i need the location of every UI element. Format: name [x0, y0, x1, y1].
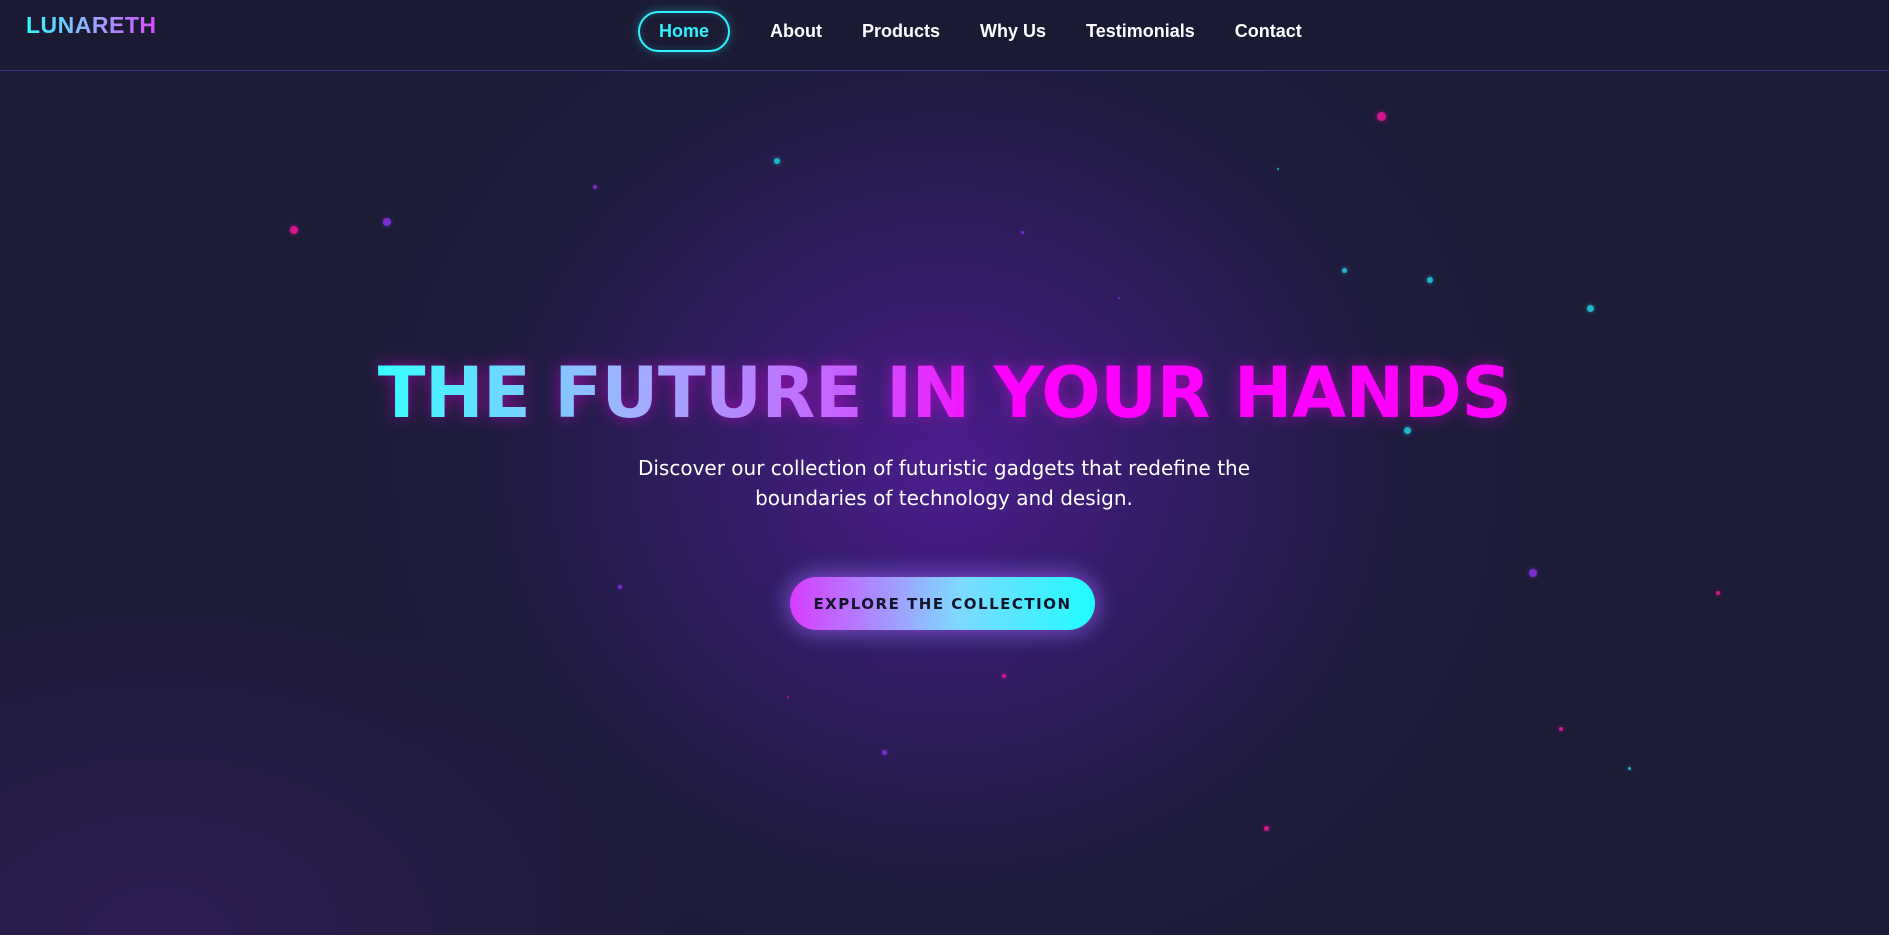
particle-dot — [1342, 268, 1347, 273]
particle-dot — [1529, 569, 1537, 577]
particle-dot — [383, 218, 391, 226]
particle-dot — [290, 226, 298, 234]
landing-page: LUNARETH Home About Products Why Us Test… — [0, 0, 1889, 935]
nav-item-products[interactable]: Products — [862, 21, 940, 42]
particle-dot — [1628, 767, 1631, 770]
particle-dot — [774, 158, 780, 164]
particle-dot — [787, 696, 789, 698]
particle-dot — [1002, 674, 1006, 678]
particle-dot — [1377, 112, 1386, 121]
nav-item-contact[interactable]: Contact — [1235, 21, 1302, 42]
explore-collection-button[interactable]: EXPLORE THE COLLECTION — [790, 577, 1095, 630]
top-navbar: LUNARETH Home About Products Why Us Test… — [0, 0, 1889, 71]
nav-item-testimonials[interactable]: Testimonials — [1086, 21, 1195, 42]
hero-title: THE FUTURE IN YOUR HANDS — [0, 355, 1889, 431]
hero-title-text: THE FUTURE IN YOUR HANDS — [377, 352, 1512, 434]
hero-subtitle: Discover our collection of futuristic ga… — [637, 456, 1251, 510]
nav-item-about[interactable]: About — [770, 21, 822, 42]
nav-menu: Home About Products Why Us Testimonials … — [638, 10, 1342, 52]
particle-dot — [1021, 231, 1024, 234]
particle-dot — [1716, 591, 1720, 595]
particle-dot — [1427, 277, 1433, 283]
particle-dot — [1277, 168, 1279, 170]
particle-dot — [618, 585, 622, 589]
particle-dot — [1264, 826, 1269, 831]
brand-logo[interactable]: LUNARETH — [26, 12, 157, 39]
particle-dot — [1118, 297, 1120, 299]
nav-item-home[interactable]: Home — [638, 10, 731, 52]
particle-dot — [1587, 305, 1594, 312]
particle-dot — [593, 185, 597, 189]
nav-item-why-us[interactable]: Why Us — [980, 21, 1046, 42]
particle-dot — [1559, 727, 1563, 731]
particle-dot — [882, 750, 887, 755]
